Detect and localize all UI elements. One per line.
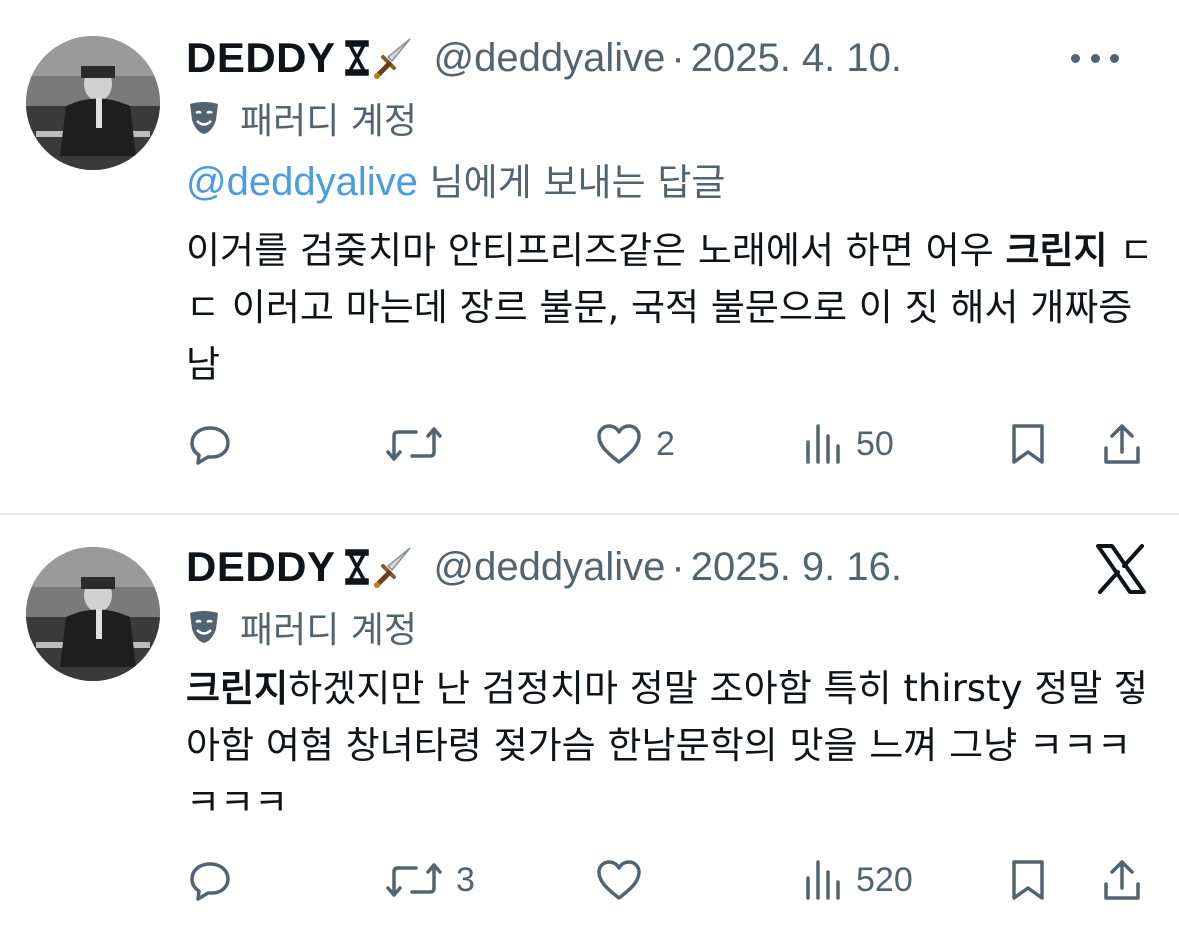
bookmark-icon [1012, 424, 1044, 464]
reply-button[interactable] [188, 420, 246, 468]
avatar[interactable] [26, 36, 160, 170]
author-name[interactable]: DEDDY [186, 34, 336, 82]
reply-button[interactable] [188, 856, 246, 904]
heart-icon [597, 424, 641, 464]
dagger-icon [373, 38, 411, 79]
share-button[interactable] [1100, 420, 1144, 468]
tweet-text-part: 하겠지만 난 검정치마 정말 조아함 특히 thirsty 정말 젛아함 여혐 … [186, 667, 1149, 824]
tweet-text-part: 이거를 검줒치마 안티프리즈같은 노래에서 하면 어우 [186, 229, 1006, 272]
more-dot-icon [1071, 53, 1080, 63]
retweet-button[interactable]: 3 [386, 856, 475, 904]
reply-icon [190, 862, 230, 901]
x-mark-icon [344, 549, 369, 585]
dagger-icon [373, 547, 411, 588]
more-dot-icon [1110, 53, 1119, 63]
tweet-header: DEDDY @deddyalive · 2025. 9. 16. [186, 543, 902, 591]
parody-mask-icon [190, 611, 218, 643]
like-button[interactable]: 2 [596, 420, 675, 468]
bookmark-button[interactable] [1008, 420, 1048, 468]
name-emojis [344, 544, 416, 590]
x-mark-icon [344, 40, 369, 76]
tweet-text: 크린지하겠지만 난 검정치마 정말 조아함 특히 thirsty 정말 젛아함 … [186, 660, 1156, 831]
views-button[interactable]: 50 [802, 420, 894, 468]
tweet-text-bold: 크린지 [186, 667, 289, 710]
reply-icon [190, 426, 230, 465]
bookmark-icon [1012, 860, 1044, 900]
parody-mask-icon [190, 102, 218, 134]
action-bar: 2 50 [186, 420, 1146, 468]
retweet-icon [386, 427, 442, 461]
like-count: 2 [656, 424, 675, 463]
separator-dot: · [671, 35, 685, 80]
parody-label-text: 패러디 계정 [240, 610, 418, 651]
tweet-text: 이거를 검줒치마 안티프리즈같은 노래에서 하면 어우 크린지 ㄷㄷ 이러고 마… [186, 222, 1156, 393]
x-logo-icon[interactable] [1095, 543, 1147, 595]
avatar-image [26, 547, 160, 681]
share-button[interactable] [1100, 856, 1144, 904]
parody-account-label: 패러디 계정 [186, 605, 417, 651]
tweet-1[interactable]: DEDDY @deddyalive · 2025. 4. 10. 패러디 계정 … [0, 0, 1179, 512]
views-count: 50 [856, 424, 894, 463]
action-bar: 3 520 [186, 856, 1146, 904]
tweet-header: DEDDY @deddyalive · 2025. 4. 10. [186, 34, 902, 82]
like-button[interactable] [596, 856, 656, 904]
name-emojis [344, 35, 416, 81]
views-count: 520 [856, 860, 913, 899]
parody-label-text: 패러디 계정 [240, 101, 418, 142]
tweet-date[interactable]: 2025. 9. 16. [691, 545, 902, 590]
reply-mention-link[interactable]: @deddyalive [186, 160, 418, 204]
share-icon [1104, 424, 1140, 464]
heart-icon [597, 860, 641, 900]
tweet-2[interactable]: DEDDY @deddyalive · 2025. 9. 16. 패러디 계정 [0, 515, 1179, 936]
author-name[interactable]: DEDDY [186, 543, 336, 591]
retweet-button[interactable] [386, 420, 456, 468]
avatar-image [26, 36, 160, 170]
share-icon [1104, 860, 1140, 900]
more-dot-icon [1090, 53, 1100, 63]
views-chart-icon [806, 860, 840, 900]
tweet-text-bold: 크린지 [1005, 229, 1108, 272]
separator-dot: · [671, 544, 685, 589]
views-button[interactable]: 520 [802, 856, 913, 904]
reply-to-suffix: 님에게 보내는 답글 [417, 161, 726, 204]
views-chart-icon [806, 424, 840, 464]
author-handle[interactable]: @deddyalive [434, 36, 666, 81]
replying-to: @deddyalive 님에게 보내는 답글 [186, 152, 725, 206]
author-handle[interactable]: @deddyalive [434, 545, 666, 590]
parody-account-label: 패러디 계정 [186, 96, 417, 142]
avatar[interactable] [26, 547, 160, 681]
retweet-count: 3 [456, 860, 475, 899]
bookmark-button[interactable] [1008, 856, 1048, 904]
retweet-icon [386, 863, 442, 897]
tweet-date[interactable]: 2025. 4. 10. [691, 36, 902, 81]
more-options-icon[interactable] [1071, 48, 1119, 68]
